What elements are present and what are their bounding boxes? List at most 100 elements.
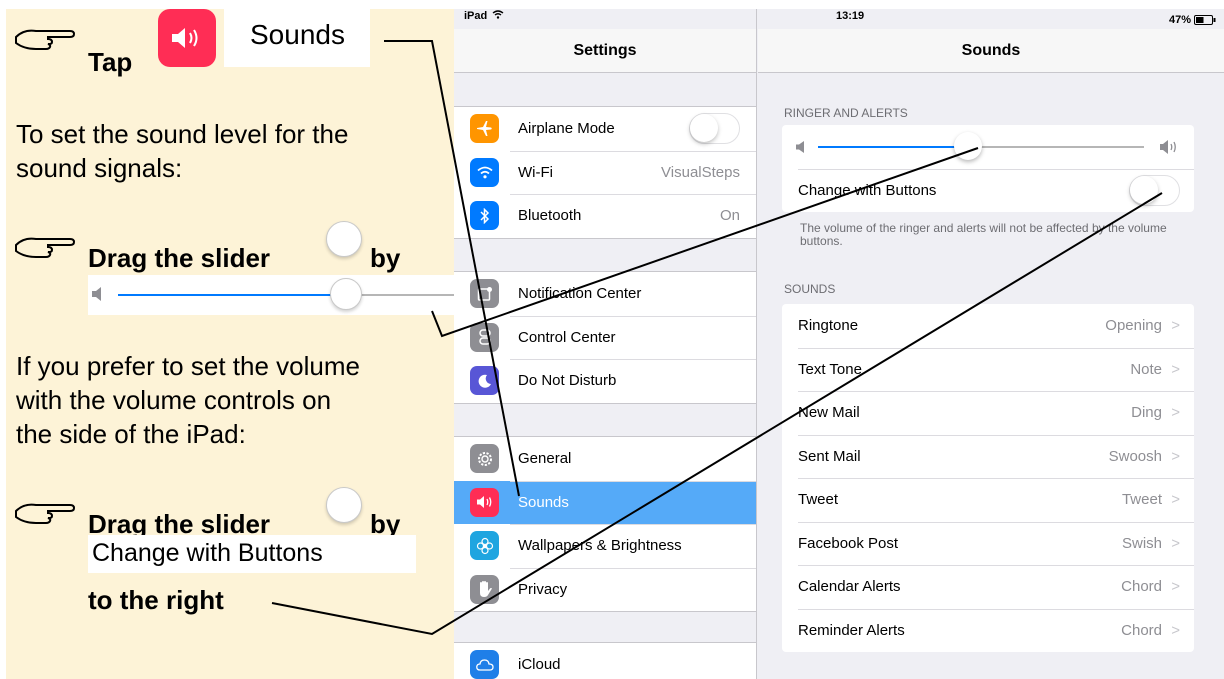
sound-row-value: Note bbox=[1130, 360, 1162, 378]
tap-text: Tap bbox=[88, 47, 133, 77]
pointing-hand-icon bbox=[15, 29, 76, 50]
row-label: Sounds bbox=[518, 493, 569, 511]
row-label: Do Not Disturb bbox=[518, 372, 617, 390]
settings-row-notification-center[interactable]: Notification Center bbox=[454, 272, 756, 316]
hand-icon bbox=[470, 574, 499, 604]
settings-master-pane: iPad Settings Airplane Mode Wi-Fi Visual… bbox=[454, 9, 757, 679]
row-label: Wallpapers & Brightness bbox=[518, 537, 682, 555]
sound-row-tweet[interactable]: Tweet Tweet > bbox=[782, 478, 1194, 522]
settings-row-general[interactable]: General bbox=[454, 437, 756, 481]
speaker-icon bbox=[172, 28, 198, 48]
sounds-card: Ringtone Opening > Text Tone Note > New … bbox=[782, 304, 1194, 652]
control-center-icon bbox=[470, 322, 499, 352]
speaker-high-icon bbox=[1160, 140, 1176, 154]
sounds-navbar: Sounds bbox=[758, 29, 1224, 73]
airplane-mode-switch[interactable] bbox=[689, 113, 740, 144]
sounds-chip: Sounds bbox=[224, 9, 370, 67]
sound-row-new-mail[interactable]: New Mail Ding > bbox=[782, 391, 1194, 435]
chevron-right-icon: > bbox=[1171, 534, 1180, 552]
to-the-right-text: to the right bbox=[88, 585, 224, 615]
sound-row-facebook-post[interactable]: Facebook Post Swish > bbox=[782, 521, 1194, 566]
sounds-section-header: SOUNDS bbox=[784, 282, 836, 296]
sound-row-label: Calendar Alerts bbox=[798, 578, 901, 596]
settings-title: Settings bbox=[573, 42, 637, 59]
sound-row-value: Opening bbox=[1105, 317, 1162, 335]
para2-line1: If you prefer to set the volume bbox=[16, 351, 360, 381]
sound-row-text-tone[interactable]: Text Tone Note > bbox=[782, 347, 1194, 392]
settings-row-airplane-mode[interactable]: Airplane Mode bbox=[454, 107, 756, 151]
battery-percent: 47% bbox=[1168, 14, 1191, 26]
sounds-app-icon bbox=[158, 9, 216, 67]
settings-group-general: General Sounds Wallpapers & Brightness P… bbox=[454, 436, 756, 612]
status-time: 13:19 bbox=[836, 10, 865, 22]
speaker-icon bbox=[470, 487, 499, 517]
row-label: Notification Center bbox=[518, 285, 642, 303]
mini-slider-thumb bbox=[330, 278, 363, 310]
ipad-screen: iPad Settings Airplane Mode Wi-Fi Visual… bbox=[454, 9, 1224, 679]
settings-row-control-center[interactable]: Control Center bbox=[454, 315, 756, 360]
slider-knob-sample bbox=[326, 221, 362, 257]
wifi-signal-icon bbox=[492, 10, 504, 19]
sound-row-calendar-alerts[interactable]: Calendar Alerts Chord > bbox=[782, 565, 1194, 609]
device-name: iPad bbox=[464, 10, 488, 22]
change-with-buttons-label: Change with Buttons bbox=[798, 181, 937, 199]
row-label: Airplane Mode bbox=[518, 120, 615, 138]
gear-icon bbox=[470, 444, 499, 474]
row-value: VisualSteps bbox=[661, 163, 740, 181]
settings-row-icloud[interactable]: iCloud bbox=[454, 643, 756, 679]
status-bar-left: iPad bbox=[464, 10, 504, 30]
para2-line3: the side of the iPad: bbox=[16, 419, 246, 449]
sound-row-sent-mail[interactable]: Sent Mail Swoosh > bbox=[782, 434, 1194, 479]
speaker-low-icon bbox=[92, 287, 101, 301]
sound-row-value: Tweet bbox=[1121, 491, 1162, 509]
chevron-right-icon: > bbox=[1171, 578, 1180, 596]
status-battery: 47% bbox=[1169, 10, 1216, 30]
sounds-title: Sounds bbox=[961, 42, 1021, 59]
settings-row-privacy[interactable]: Privacy bbox=[454, 567, 756, 612]
settings-navbar: Settings bbox=[454, 29, 756, 73]
sound-row-value: Chord bbox=[1121, 621, 1162, 639]
settings-row-wallpapers-brightness[interactable]: Wallpapers & Brightness bbox=[454, 524, 756, 568]
instruction-panel: Tap Sounds To set the sound level for th… bbox=[6, 9, 454, 679]
mini-slider-fill bbox=[118, 294, 347, 296]
ringer-slider-thumb[interactable] bbox=[953, 132, 982, 160]
chevron-right-icon: > bbox=[1171, 360, 1180, 378]
sound-row-value: Chord bbox=[1121, 578, 1162, 596]
settings-group-connectivity: Airplane Mode Wi-Fi VisualSteps Bluetoot… bbox=[454, 106, 756, 239]
row-label: Wi-Fi bbox=[518, 163, 553, 181]
sound-row-label: Sent Mail bbox=[798, 447, 861, 465]
para1-line1: To set the sound level for the bbox=[16, 119, 349, 149]
sound-row-label: Facebook Post bbox=[798, 534, 899, 552]
sound-row-ringtone[interactable]: Ringtone Opening > bbox=[782, 304, 1194, 348]
flower-icon bbox=[470, 531, 499, 561]
battery-icon bbox=[1194, 15, 1216, 25]
change-with-buttons-chip-label: Change with Buttons bbox=[92, 539, 323, 567]
row-label: Bluetooth bbox=[518, 207, 582, 225]
row-label: Privacy bbox=[518, 580, 568, 598]
slider-knob-sample-2 bbox=[326, 487, 362, 523]
sounds-chip-label: Sounds bbox=[250, 19, 345, 50]
sounds-detail-pane: 13:19 47% Sounds RINGER AND ALERTS Chang… bbox=[758, 9, 1224, 679]
settings-row-wifi[interactable]: Wi-Fi VisualSteps bbox=[454, 150, 756, 195]
ringer-volume-slider[interactable] bbox=[818, 132, 1144, 160]
settings-row-do-not-disturb[interactable]: Do Not Disturb bbox=[454, 359, 756, 403]
change-with-buttons-row: Change with Buttons bbox=[782, 168, 1194, 213]
bluetooth-icon bbox=[470, 201, 499, 231]
ringer-slider-fill bbox=[818, 146, 968, 148]
sound-row-label: Reminder Alerts bbox=[798, 621, 905, 639]
mini-slider-track bbox=[118, 278, 454, 310]
sound-row-reminder-alerts[interactable]: Reminder Alerts Chord > bbox=[782, 608, 1194, 653]
chevron-right-icon: > bbox=[1171, 447, 1180, 465]
ringer-card: Change with Buttons bbox=[782, 125, 1194, 212]
sound-row-value: Ding bbox=[1131, 404, 1162, 422]
settings-group-centers: Notification Center Control Center Do No… bbox=[454, 271, 756, 404]
change-with-buttons-switch[interactable] bbox=[1129, 174, 1180, 206]
mini-volume-slider bbox=[88, 275, 454, 315]
sound-row-label: New Mail bbox=[798, 404, 860, 422]
speaker-low-icon bbox=[796, 141, 804, 153]
row-label: Control Center bbox=[518, 328, 616, 346]
settings-row-sounds[interactable]: Sounds bbox=[454, 480, 756, 524]
settings-row-bluetooth[interactable]: Bluetooth On bbox=[454, 194, 756, 238]
ringer-volume-row bbox=[782, 125, 1194, 169]
wifi-icon bbox=[470, 157, 499, 187]
